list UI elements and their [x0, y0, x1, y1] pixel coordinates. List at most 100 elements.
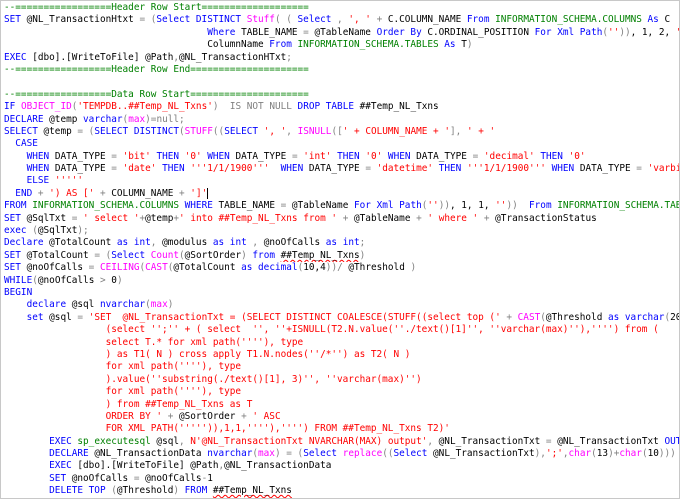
code-token: )	[466, 39, 473, 51]
code-line: select T.* for xml path(''''), type	[4, 337, 679, 349]
code-token: ']'	[190, 187, 208, 199]
code-token: SET	[4, 212, 27, 224]
code-token: 'varbinary'	[647, 163, 679, 175]
code-line: WHEN DATA_TYPE = 'date' THEN '''1/1/1900…	[4, 163, 679, 175]
code-token: DATA_TYPE	[54, 150, 112, 162]
code-text-area[interactable]: --=================Header Row Start=====…	[4, 2, 679, 498]
code-token: Where	[207, 26, 242, 38]
code-token: Stuff	[246, 14, 275, 26]
code-token: DECLARE	[4, 113, 50, 125]
code-token: for xml path(''''), type	[4, 386, 242, 398]
code-token: @SqlTxt	[26, 212, 72, 224]
code-line: DECLARE @temp varchar(max)=null;	[4, 114, 679, 126]
code-token: ,	[427, 435, 439, 447]
code-token: '0'	[365, 150, 383, 162]
code-token: )+	[608, 448, 620, 460]
code-line: ELSE '''''	[4, 175, 679, 187]
code-token: COLUMN_NAME	[111, 187, 179, 199]
code-token: as decimal	[241, 262, 298, 274]
code-token: From	[466, 14, 496, 26]
code-token: )=	[145, 113, 157, 125]
code-token: WHERE	[184, 200, 219, 212]
code-token: @sql	[49, 311, 78, 323]
sql-query-editor[interactable]: --=================Header Row Start=====…	[0, 0, 680, 499]
code-token: CAST	[517, 311, 541, 323]
code-token: ))	[619, 26, 631, 38]
code-token: Select	[297, 14, 338, 26]
code-token: ''	[495, 200, 507, 212]
code-token: STUFF	[184, 125, 213, 137]
code-token: +	[500, 311, 518, 323]
code-token: 10,4	[303, 262, 326, 274]
code-line: (select '';'' + ( select '', ''+ISNULL(T…	[4, 324, 679, 336]
code-token: @TotalCount	[173, 262, 242, 274]
code-token: ,	[150, 237, 163, 249]
code-token: --=================Header Row Start=====…	[4, 2, 309, 13]
code-token: ';'	[545, 448, 563, 460]
code-token: C.ORDINAL_POSITION	[427, 26, 535, 38]
code-line: ORDER BY ' + @SortOrder + ' ASC	[4, 411, 679, 423]
code-line: SET @noOfCalls = @noOfCalls-1	[4, 473, 679, 485]
code-token: [dbo].[WriteToFile] @Path	[77, 460, 219, 472]
code-token: FOR XML PATH(''''')),1,1,''''),'''') FRO…	[4, 423, 450, 435]
code-token: @TableName	[354, 212, 417, 224]
code-token: @temp	[145, 212, 174, 224]
code-token: @NL_TransactionHtxt	[26, 14, 140, 26]
code-token: N'@NL_TransactionTxt NVARCHAR(MAX) outpu…	[190, 435, 428, 447]
code-token: @NL_TransactionTxt	[557, 435, 665, 447]
code-token: '''''	[54, 175, 84, 187]
code-token: Count	[150, 249, 179, 261]
code-token: =	[472, 150, 484, 162]
code-token: , 1, 1,	[449, 200, 496, 212]
code-token: =	[365, 163, 377, 175]
code-token: ', '	[348, 14, 371, 26]
code-token: ' where '	[427, 212, 479, 224]
code-token: ,	[179, 435, 191, 447]
code-token: Declare	[4, 237, 50, 249]
code-line: ) as T1( N ) cross apply T1.N.nodes(''/*…	[4, 349, 679, 361]
code-line: EXEC sp_executesql @sql, N'@NL_Transacti…	[4, 436, 679, 448]
code-token: from	[252, 249, 281, 261]
code-token: @NL_TransactionTxt	[433, 448, 535, 460]
code-token: varchar	[83, 113, 123, 125]
code-token: =	[545, 435, 558, 447]
code-token: @sql	[71, 299, 100, 311]
code-token: ) as T1( N ) cross apply T1.N.nodes(''/*…	[4, 348, 411, 360]
code-token: exec	[4, 225, 33, 237]
code-token: ).value(''substring(./text()[1], 3)'', '…	[4, 373, 422, 385]
code-token: Order By	[376, 26, 428, 38]
code-token: EXEC	[4, 51, 33, 63]
code-line: IF OBJECT_ID('TEMPDB..##Temp_NL_Txns') I…	[4, 101, 679, 113]
code-token: From	[529, 200, 558, 212]
code-line: CASE	[4, 138, 679, 150]
code-token: @TotalCount	[26, 249, 95, 261]
code-token: )	[359, 249, 366, 261]
code-token: set	[26, 311, 50, 323]
code-token: ELSE	[26, 175, 55, 187]
code-token: @temp	[49, 113, 84, 125]
code-token: ''	[676, 27, 679, 38]
code-token: INFORMATION_SCHEMA.TABLES	[297, 39, 445, 51]
code-token: +	[241, 410, 253, 422]
code-token: ,	[286, 125, 298, 137]
code-token: @Threshold	[348, 262, 411, 274]
code-token: =	[303, 26, 315, 38]
code-line: exec (@SqlTxt);	[4, 225, 679, 237]
code-token: @noOfCalls	[145, 472, 202, 484]
code-token: CAST	[145, 262, 168, 274]
code-token: DELETE TOP	[49, 485, 112, 497]
code-token: declare	[26, 299, 72, 311]
code-token: SET	[4, 262, 27, 274]
code-token: For Xml Path	[534, 26, 603, 38]
code-token: )	[173, 485, 185, 497]
code-line: SELECT @temp = (SELECT DISTINCT(STUFF((S…	[4, 126, 679, 138]
code-token: DATA_TYPE	[416, 150, 473, 162]
code-token: +	[478, 212, 496, 224]
code-token: +	[416, 212, 428, 224]
code-line: DELETE TOP (@Threshold) FROM ##Temp_NL_T…	[4, 485, 679, 497]
